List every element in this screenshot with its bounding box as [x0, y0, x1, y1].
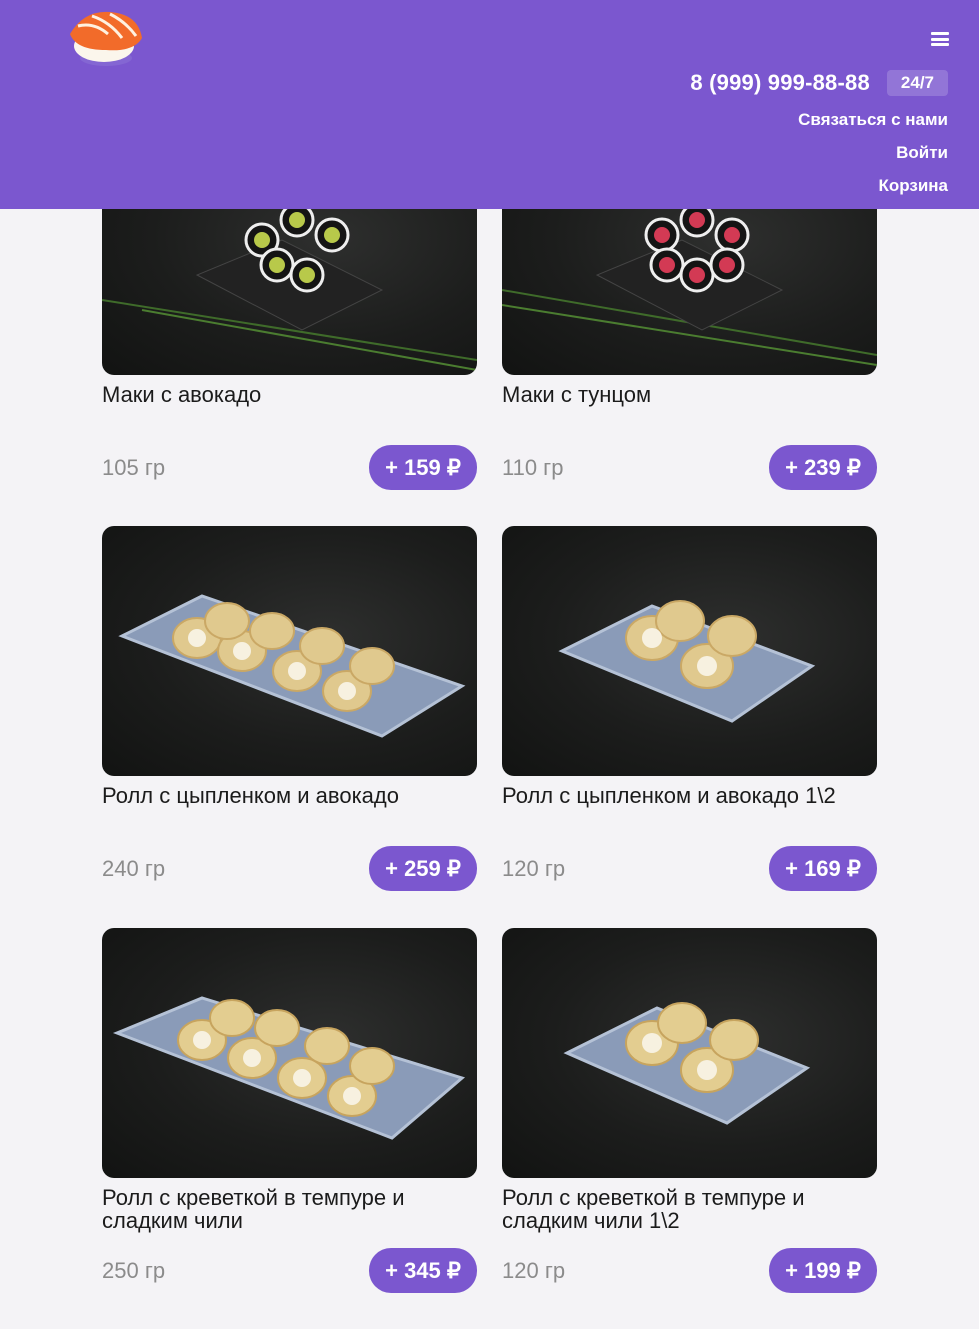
add-to-cart-button[interactable]: + 169 ₽ — [769, 846, 877, 891]
product-weight: 110 гр — [502, 454, 564, 480]
product-card[interactable]: Ролл с цыпленком и авокадо 1\2 120 гр + … — [502, 526, 877, 891]
product-name: Маки с авокадо — [102, 382, 262, 407]
header-contacts: 8 (999) 999-88-88 24/7 Связаться с нами … — [690, 70, 948, 198]
add-to-cart-button[interactable]: + 199 ₽ — [769, 1248, 877, 1293]
add-to-cart-button[interactable]: + 239 ₽ — [769, 445, 877, 490]
hamburger-icon[interactable] — [931, 32, 949, 46]
hours-badge: 24/7 — [886, 70, 948, 96]
login-link[interactable]: Войти — [690, 141, 948, 165]
product-name: Ролл с креветкой в темпуре и сладким чил… — [102, 1185, 405, 1233]
product-card[interactable]: Ролл с креветкой в темпуре и сладким чил… — [502, 928, 877, 1293]
product-photo[interactable] — [502, 526, 877, 776]
product-photo[interactable] — [102, 928, 477, 1178]
product-weight: 250 гр — [102, 1257, 166, 1283]
product-name: Маки с тунцом — [502, 382, 652, 407]
add-to-cart-button[interactable]: + 159 ₽ — [369, 445, 477, 490]
product-weight: 240 гр — [102, 855, 166, 881]
product-weight: 105 гр — [102, 454, 166, 480]
product-photo[interactable] — [502, 928, 877, 1178]
sushi-logo[interactable] — [64, 4, 146, 74]
cart-link[interactable]: Корзина — [690, 174, 948, 198]
add-to-cart-button[interactable]: + 259 ₽ — [369, 846, 477, 891]
product-name: Ролл с цыпленком и авокадо 1\2 — [502, 783, 836, 808]
contact-us-link[interactable]: Связаться с нами — [690, 108, 948, 132]
product-name: Ролл с креветкой в темпуре и сладким чил… — [502, 1185, 805, 1233]
phone-number[interactable]: 8 (999) 999-88-88 — [690, 70, 870, 96]
product-card[interactable]: Ролл с цыпленком и авокадо 240 гр + 259 … — [102, 526, 477, 891]
site-header: 8 (999) 999-88-88 24/7 Связаться с нами … — [0, 0, 979, 209]
product-weight: 120 гр — [502, 855, 566, 881]
product-card[interactable]: Ролл с креветкой в темпуре и сладким чил… — [102, 928, 477, 1293]
product-photo[interactable] — [102, 526, 477, 776]
product-name: Ролл с цыпленком и авокадо — [102, 783, 399, 808]
add-to-cart-button[interactable]: + 345 ₽ — [369, 1248, 477, 1293]
product-weight: 120 гр — [502, 1257, 566, 1283]
